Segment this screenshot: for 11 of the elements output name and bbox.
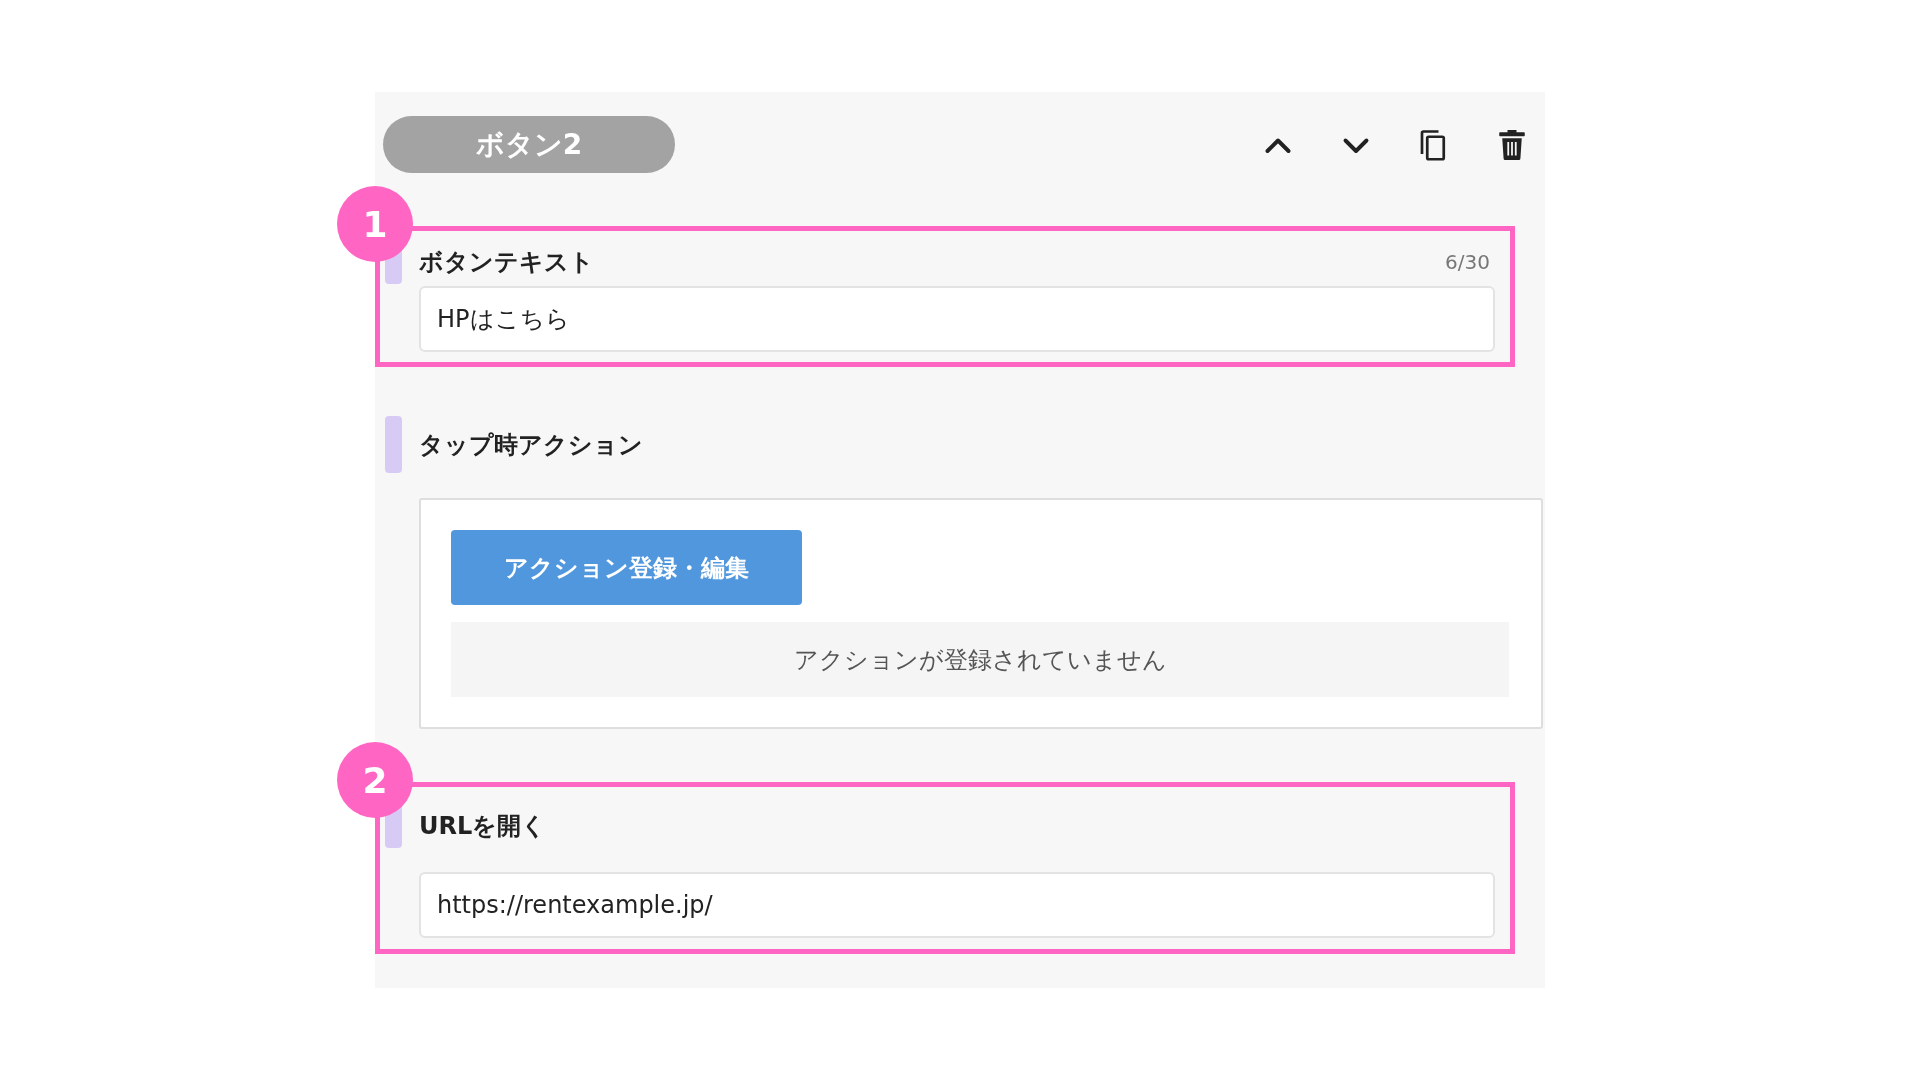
number-badge: 2 xyxy=(337,742,413,818)
field-label: ボタンテキスト xyxy=(419,247,595,278)
label-marker xyxy=(385,416,402,473)
number-badge: 1 xyxy=(337,186,413,262)
input-field[interactable]: HPはこちら xyxy=(419,286,1495,352)
field-label: タップ時アクション xyxy=(419,429,644,461)
block-title-pill: ボタン2 xyxy=(383,116,675,173)
empty-message: アクションが登録されていません xyxy=(451,622,1509,697)
field-label: URLを開く xyxy=(419,811,548,842)
input-field[interactable]: https://rentexample.jp/ xyxy=(419,872,1495,938)
character-counter: 6/30 xyxy=(1445,250,1491,274)
